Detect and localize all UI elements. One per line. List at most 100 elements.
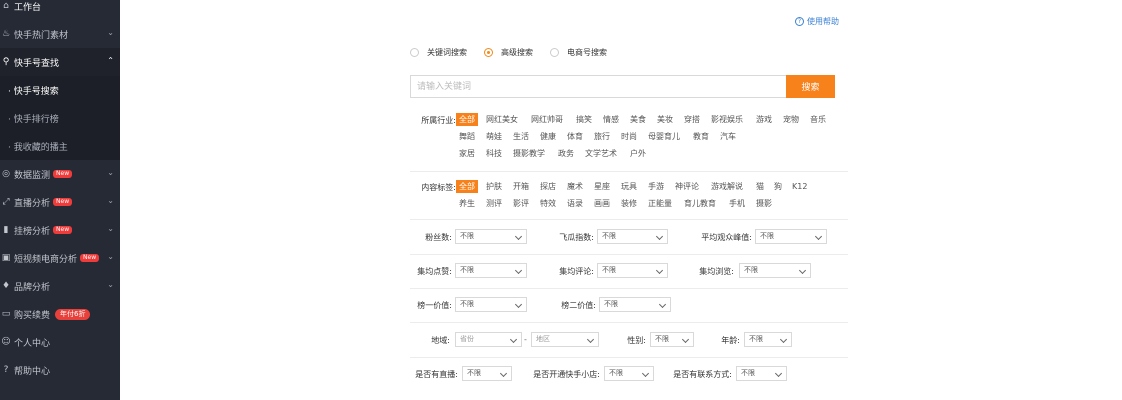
content-tag[interactable]: 影评 (510, 197, 532, 210)
sidebar-subitem-favorites[interactable]: · 我收藏的播主 (0, 132, 120, 160)
industry-tag[interactable]: 穿搭 (681, 113, 703, 126)
industry-tag[interactable]: 科技 (483, 147, 505, 160)
content-tag[interactable]: 测评 (483, 197, 505, 210)
content-tag[interactable]: 狗 (771, 180, 785, 193)
content-tag[interactable]: 全部 (456, 180, 478, 193)
content-tag[interactable]: K12 (789, 180, 810, 193)
content-tag[interactable]: 星座 (591, 180, 613, 193)
content-tag[interactable]: 护肤 (483, 180, 505, 193)
has-contact-select[interactable]: 不限 (736, 366, 787, 381)
industry-tag[interactable]: 健康 (537, 130, 559, 143)
content-tag[interactable]: 开箱 (510, 180, 532, 193)
industry-tag[interactable]: 体育 (564, 130, 586, 143)
content-tag[interactable]: 特效 (537, 197, 559, 210)
industry-tag[interactable]: 舞蹈 (456, 130, 478, 143)
industry-tag[interactable]: 网红帅哥 (528, 113, 566, 126)
has-shop-label: 是否开通快手小店: (533, 370, 600, 379)
avg-comments-select[interactable]: 不限 (597, 263, 668, 278)
sidebar-item-label: 购买续费 (14, 310, 51, 321)
industry-tag[interactable]: 家居 (456, 147, 478, 160)
content-tag[interactable]: 育儿教育 (681, 197, 719, 210)
industry-tag[interactable]: 汽车 (717, 130, 739, 143)
content-tag[interactable]: 玩具 (618, 180, 640, 193)
industry-tag[interactable]: 母婴育儿 (645, 130, 683, 143)
chevron-down-icon (660, 298, 665, 311)
search-button[interactable]: 搜索 (786, 75, 835, 98)
sidebar-item-help[interactable]: ? 帮助中心 (0, 356, 120, 384)
sidebar-item-profile[interactable]: ☺ 个人中心 (0, 328, 120, 356)
sidebar-item-brand-analysis[interactable]: ♦ 品牌分析 ⌄ (0, 272, 120, 300)
sidebar-item-rank-analysis[interactable]: ▮ 挂榜分析 New ⌄ (0, 216, 120, 244)
sidebar-subitem-ranking[interactable]: · 快手排行榜 (0, 104, 120, 132)
industry-tag[interactable]: 情感 (600, 113, 622, 126)
diamond-icon: ♦ (1, 281, 11, 291)
divider (410, 322, 848, 323)
sidebar-item-purchase[interactable]: ▭ 购买续费 年付6折 (0, 300, 120, 328)
province-select[interactable]: 省份 (455, 332, 522, 347)
industry-tag[interactable]: 网红美女 (483, 113, 521, 126)
industry-tag[interactable]: 影视娱乐 (708, 113, 746, 126)
avg-viewers-select[interactable]: 不限 (755, 229, 827, 244)
sidebar-item-live-analysis[interactable]: ⤢ 直播分析 New ⌄ (0, 188, 120, 216)
sidebar-item-workbench[interactable]: ⌂ 工作台 (0, 0, 120, 20)
chevron-down-icon (776, 367, 781, 380)
content-tag[interactable]: 魔术 (564, 180, 586, 193)
industry-tag[interactable]: 游戏 (753, 113, 775, 126)
industry-tag[interactable]: 音乐 (807, 113, 829, 126)
avg-likes-select[interactable]: 不限 (455, 263, 527, 278)
industry-tag[interactable]: 搞笑 (573, 113, 595, 126)
industry-tag[interactable]: 生活 (510, 130, 532, 143)
search-icon: ⚲ (2, 57, 10, 67)
industry-tag[interactable]: 摄影教学 (510, 147, 548, 160)
content-tag[interactable]: 手游 (645, 180, 667, 193)
avg-views-select[interactable]: 不限 (739, 263, 811, 278)
content-tag[interactable]: 语录 (564, 197, 586, 210)
feigua-select[interactable]: 不限 (597, 229, 668, 244)
radio-advanced-search[interactable]: 高级搜索 (484, 47, 533, 58)
age-select[interactable]: 不限 (744, 332, 792, 347)
industry-tag[interactable]: 萌娃 (483, 130, 505, 143)
industry-tag[interactable]: 美妆 (654, 113, 676, 126)
sidebar-subitem-account-search[interactable]: · 快手号搜索 (0, 76, 120, 104)
sidebar-item-monitoring[interactable]: ◎ 数据监测 New ⌄ (0, 160, 120, 188)
content-tag[interactable]: 游戏解说 (708, 180, 746, 193)
help-link[interactable]: ? 使用帮助 (795, 16, 839, 27)
content-tag[interactable]: 手机 (726, 197, 748, 210)
industry-tag[interactable]: 宠物 (780, 113, 802, 126)
industry-tag[interactable]: 美食 (627, 113, 649, 126)
industry-tag[interactable]: 时尚 (618, 130, 640, 143)
question-icon: ? (795, 17, 804, 26)
industry-tag[interactable]: 教育 (690, 130, 712, 143)
industry-tag[interactable]: 旅行 (591, 130, 613, 143)
content-tag[interactable]: 猫 (753, 180, 767, 193)
sidebar-item-ecommerce-analysis[interactable]: ▣ 短视频电商分析 New ⌄ (0, 244, 120, 272)
chevron-down-icon (501, 367, 506, 380)
radio-ecommerce-search[interactable]: 电商号搜索 (550, 47, 607, 58)
content-tag[interactable]: 装修 (618, 197, 640, 210)
content-tag[interactable]: 神评论 (672, 180, 702, 193)
rank2-select[interactable]: 不限 (599, 297, 671, 312)
content-tag[interactable]: 摄影 (753, 197, 775, 210)
sidebar-item-label: 快手号查找 (14, 58, 60, 69)
content-tag[interactable]: 画画 (591, 197, 613, 210)
region-label: 地域: (431, 336, 450, 345)
industry-tag[interactable]: 全部 (456, 113, 478, 126)
gender-select[interactable]: 不限 (650, 332, 694, 347)
sidebar-item-hot-material[interactable]: ♨ 快手热门素材 ⌄ (0, 20, 120, 48)
select-value: 不限 (749, 335, 763, 343)
industry-tag[interactable]: 政务 (555, 147, 577, 160)
fans-select[interactable]: 不限 (455, 229, 527, 244)
rank1-select[interactable]: 不限 (455, 297, 527, 312)
content-tag[interactable]: 探店 (537, 180, 559, 193)
search-input[interactable] (410, 75, 787, 98)
avg-views-label: 集均浏览: (699, 267, 734, 276)
has-shop-select[interactable]: 不限 (604, 366, 654, 381)
district-select[interactable]: 地区 (531, 332, 599, 347)
industry-tag[interactable]: 户外 (627, 147, 649, 160)
sidebar-item-account-search[interactable]: ⚲ 快手号查找 ⌃ (0, 48, 120, 76)
content-tag[interactable]: 养生 (456, 197, 478, 210)
radio-keyword-search[interactable]: 关键词搜索 (410, 47, 467, 58)
content-tag[interactable]: 正能量 (645, 197, 675, 210)
has-live-select[interactable]: 不限 (462, 366, 512, 381)
industry-tag[interactable]: 文学艺术 (582, 147, 620, 160)
